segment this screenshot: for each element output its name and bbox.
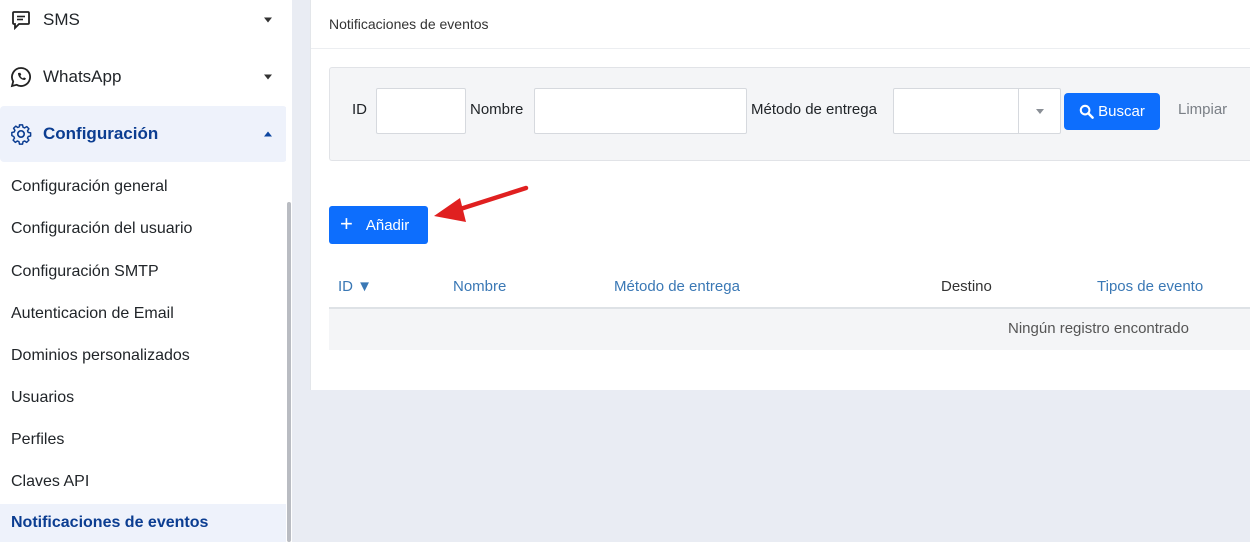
- column-header-metodo-entrega[interactable]: Método de entrega: [614, 278, 740, 295]
- sidebar-item-configuracion-usuario[interactable]: Configuración del usuario: [0, 210, 287, 248]
- column-header-destino: Destino: [941, 278, 992, 295]
- annotation-arrow-icon: [434, 185, 529, 222]
- filter-name-label: Nombre: [470, 101, 524, 118]
- select-divider: [1018, 89, 1019, 133]
- sidebar-item-claves-api[interactable]: Claves API: [0, 463, 287, 501]
- chevron-down-icon: [264, 17, 272, 23]
- sidebar-group-sms[interactable]: SMS: [0, 0, 287, 48]
- filter-name-input[interactable]: [534, 88, 747, 134]
- sidebar-item-notificaciones-eventos[interactable]: Notificaciones de eventos: [0, 504, 287, 542]
- sidebar-group-whatsapp[interactable]: WhatsApp: [0, 49, 287, 105]
- sidebar-item-usuarios[interactable]: Usuarios: [0, 379, 287, 417]
- plus-icon: +: [340, 211, 353, 236]
- sidebar-group-label: Configuración: [43, 124, 159, 143]
- sidebar-item-label: Dominios personalizados: [11, 347, 190, 364]
- gear-icon: [10, 123, 32, 145]
- filter-id-input[interactable]: [376, 88, 466, 134]
- sidebar-group-configuracion[interactable]: Configuración: [0, 106, 287, 162]
- sidebar-item-label: Configuración SMTP: [11, 263, 159, 280]
- search-button[interactable]: Buscar: [1064, 93, 1160, 130]
- sidebar-item-label: Claves API: [11, 473, 90, 490]
- sidebar-item-dominios-personalizados[interactable]: Dominios personalizados: [0, 337, 287, 375]
- whatsapp-icon: [10, 66, 32, 88]
- table-row: Ningún registro encontrado: [329, 309, 1250, 350]
- add-button-label: Añadir: [365, 216, 410, 234]
- sidebar-item-autenticacion-email[interactable]: Autenticacion de Email: [0, 295, 287, 333]
- search-button-label: Buscar: [1098, 103, 1145, 120]
- clear-link[interactable]: Limpiar: [1178, 101, 1227, 118]
- sidebar: SMS WhatsApp Configuración Configuración…: [0, 0, 292, 542]
- sidebar-item-label: Autenticacion de Email: [11, 305, 174, 322]
- sidebar-item-label: Notificaciones de eventos: [11, 514, 209, 531]
- sidebar-item-label: Configuración del usuario: [11, 220, 193, 237]
- sidebar-group-label: WhatsApp: [43, 67, 122, 86]
- column-header-id[interactable]: ID ▼: [338, 278, 372, 295]
- sidebar-item-label: Configuración general: [11, 178, 168, 195]
- search-icon: [1079, 104, 1094, 119]
- chevron-down-icon: [1036, 109, 1044, 114]
- filter-delivery-select[interactable]: [893, 88, 1061, 134]
- chevron-up-icon: [264, 131, 272, 137]
- sidebar-item-label: Perfiles: [11, 431, 65, 448]
- column-header-tipos-evento[interactable]: Tipos de evento: [1097, 278, 1203, 295]
- empty-message: Ningún registro encontrado: [1008, 320, 1189, 337]
- chevron-down-icon: [264, 74, 272, 80]
- filter-panel: ID Nombre Método de entrega Buscar Limpi…: [329, 67, 1250, 161]
- sidebar-item-configuracion-smtp[interactable]: Configuración SMTP: [0, 253, 287, 291]
- column-header-nombre[interactable]: Nombre: [453, 278, 506, 295]
- page-title: Notificaciones de eventos: [311, 0, 1250, 49]
- sidebar-scrollbar-thumb[interactable]: [287, 202, 291, 542]
- filter-delivery-label: Método de entrega: [751, 101, 877, 118]
- filter-id-label: ID: [352, 101, 367, 118]
- sidebar-item-label: Usuarios: [11, 389, 75, 406]
- sidebar-item-perfiles[interactable]: Perfiles: [0, 421, 287, 459]
- sms-chat-icon: [10, 9, 32, 31]
- add-button[interactable]: + Añadir: [329, 206, 428, 244]
- sidebar-item-configuracion-general[interactable]: Configuración general: [0, 168, 287, 206]
- sidebar-group-label: SMS: [43, 10, 80, 29]
